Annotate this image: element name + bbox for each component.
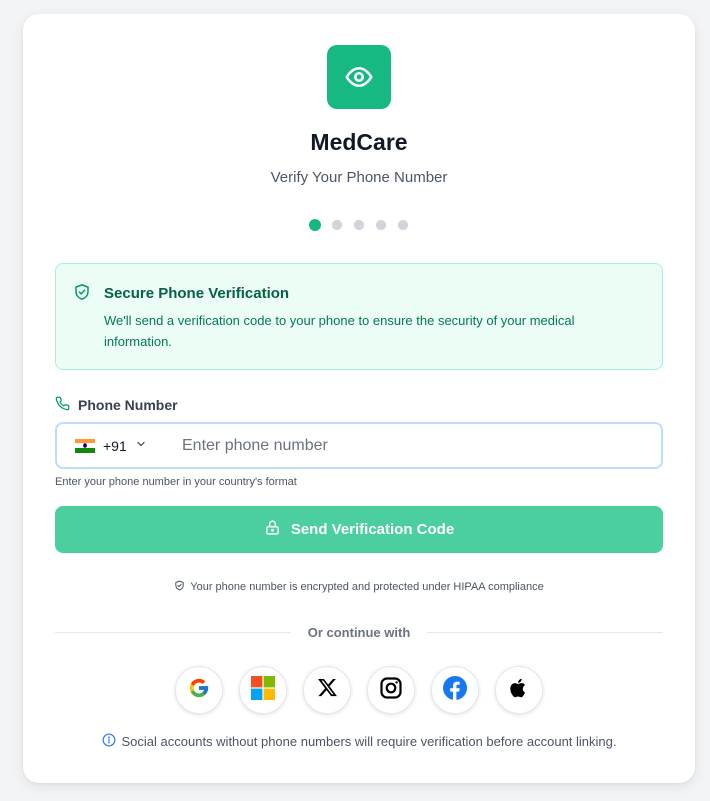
phone-label-text: Phone Number	[78, 397, 178, 413]
phone-field-label: Phone Number	[55, 396, 178, 414]
divider-line-left	[55, 631, 291, 633]
country-code-selector[interactable]: +91	[57, 424, 182, 467]
brand-name: MedCare	[310, 129, 408, 155]
step-dot-5	[397, 219, 409, 231]
or-divider: Or continue with	[55, 624, 663, 640]
eye-logo-icon	[327, 45, 391, 109]
facebook-icon	[443, 675, 467, 705]
step-dot-4	[375, 219, 387, 231]
step-dot-1	[309, 219, 321, 231]
phone-icon	[55, 396, 70, 414]
google-icon	[188, 677, 210, 704]
india-flag-icon	[75, 438, 95, 453]
instagram-icon	[379, 676, 403, 705]
hipaa-note-text: Your phone number is encrypted and prote…	[190, 581, 544, 593]
step-dot-2	[331, 219, 343, 231]
google-login-button[interactable]	[175, 666, 223, 714]
apple-login-button[interactable]	[495, 666, 543, 714]
small-shield-icon	[174, 580, 185, 594]
info-icon	[102, 733, 116, 750]
send-verification-code-button[interactable]: Send Verification Code	[55, 506, 663, 553]
social-login-buttons	[175, 666, 543, 714]
phone-hint: Enter your phone number in your country'…	[55, 476, 297, 488]
microsoft-icon	[251, 675, 275, 705]
divider-text: Or continue with	[307, 624, 411, 640]
step-indicator	[23, 219, 695, 231]
notice-text: We'll send a verification code to your p…	[104, 313, 575, 349]
shield-check-icon	[73, 283, 91, 306]
microsoft-login-button[interactable]	[239, 666, 287, 714]
social-note-text: Social accounts without phone numbers wi…	[121, 734, 617, 749]
x-icon	[317, 677, 338, 703]
phone-input-group: +91	[55, 422, 663, 469]
send-button-label: Send Verification Code	[290, 521, 455, 538]
page-subtitle: Verify Your Phone Number	[270, 169, 448, 186]
chevron-down-icon	[135, 437, 147, 455]
lock-icon	[264, 519, 281, 540]
country-code: +91	[103, 437, 127, 454]
security-notice: Secure Phone Verification We'll send a v…	[55, 263, 663, 370]
notice-title: Secure Phone Verification	[104, 285, 290, 302]
social-accounts-note: Social accounts without phone numbers wi…	[23, 733, 695, 750]
instagram-login-button[interactable]	[367, 666, 415, 714]
hipaa-note: Your phone number is encrypted and prote…	[23, 580, 695, 594]
verification-card: MedCare Verify Your Phone Number Secure …	[23, 14, 695, 783]
apple-icon	[508, 677, 530, 704]
step-dot-3	[353, 219, 365, 231]
facebook-login-button[interactable]	[431, 666, 479, 714]
x-login-button[interactable]	[303, 666, 351, 714]
phone-number-input[interactable]	[182, 424, 642, 467]
divider-line-right	[427, 631, 663, 633]
